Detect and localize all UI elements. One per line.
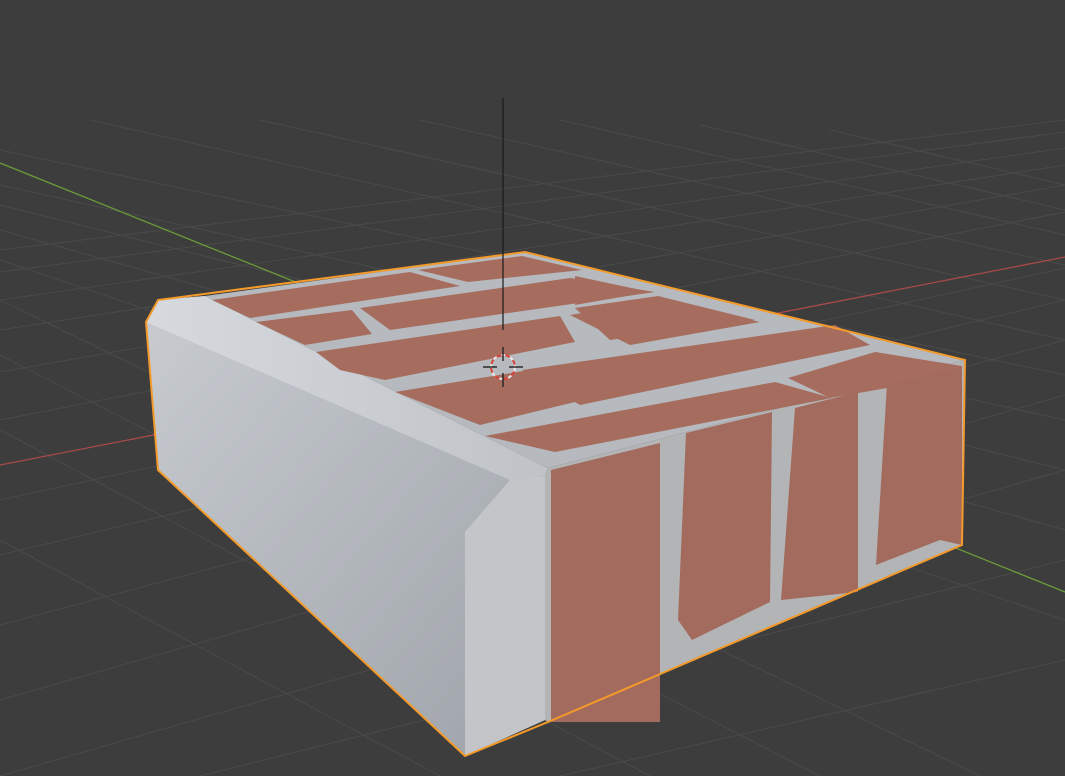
3d-viewport[interactable] bbox=[0, 0, 1065, 776]
